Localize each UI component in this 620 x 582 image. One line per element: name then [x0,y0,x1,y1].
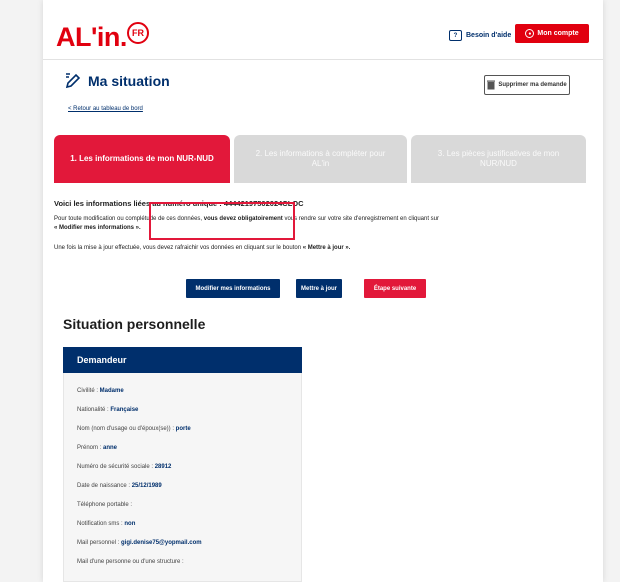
field-label: Nom (nom d'usage ou d'époux(se)) : [77,426,176,432]
field-social-security: Numéro de sécurité sociale : 28912 [77,464,171,470]
edit-pencil-icon [65,73,81,89]
field-value: 25/12/1989 [131,483,162,489]
instruction-text: Une fois la mise à jour effectuée, vous … [54,245,303,251]
page-title-row: Ma situation [64,72,170,90]
field-first-name: Prénom : anne [77,445,117,451]
field-value: gigi.denise75@yopmail.com [121,540,202,546]
chat-question-icon: ? [449,30,462,41]
unique-number-heading: Voici les informations liées au numéro u… [54,199,304,208]
field-nationality: Nationalité : Française [77,407,138,413]
field-label: Date de naissance : [77,483,132,489]
trash-icon [487,80,496,90]
field-value: anne [103,445,118,451]
instruction-text: vous rendre sur votre site d'enregistrem… [282,216,440,222]
instruction-emphasis: vous devez obligatoirement [203,216,283,222]
page-title: Ma situation [88,73,170,89]
field-label: Numéro de sécurité sociale : [77,464,155,470]
field-sms-notification: Notification sms : non [77,521,135,527]
section-title: Situation personnelle [63,316,206,332]
field-structure-email: Mail d'une personne ou d'une structure : [77,559,184,565]
field-label: Téléphone portable : [77,502,133,508]
fr-badge-icon: FR [127,22,149,44]
field-label: Nationalité : [77,407,111,413]
field-label: Prénom : [77,445,104,451]
user-circle-icon: ● [525,29,535,38]
tab-step-2[interactable]: 2. Les informations à compléter pour AL'… [234,135,407,183]
field-personal-email: Mail personnel : gigi.denise75@yopmail.c… [77,540,202,546]
modify-info-button[interactable]: Modifier mes informations [186,279,280,298]
field-label: Mail personnel : [77,540,122,546]
field-value: Madame [99,388,124,394]
field-mobile-phone: Téléphone portable : [77,502,132,508]
tab-step-3[interactable]: 3. Les pièces justificatives de mon NUR/… [411,135,586,183]
refresh-instructions: Une fois la mise à jour effectuée, vous … [54,245,554,251]
instruction-text: Pour toute modification ou complétude de… [54,216,204,222]
field-label: Notification sms : [77,521,125,527]
instruction-emphasis: « Modifier mes informations ». [54,225,141,232]
field-value: porte [175,426,191,432]
field-value: Française [110,407,139,413]
next-step-button[interactable]: Étape suivante [364,279,426,298]
field-label: Mail d'une personne ou d'une structure : [77,559,184,565]
help-label: Besoin d'aide [466,32,512,39]
field-value: 28912 [154,464,172,470]
field-label: Civilité : [77,388,100,394]
instruction-emphasis: « Mettre à jour ». [302,245,351,251]
alin-logo[interactable]: AL'in. [56,22,127,53]
field-civility: Civilité : Madame [77,388,124,394]
update-button[interactable]: Mettre à jour [296,279,342,298]
field-birth-date: Date de naissance : 25/12/1989 [77,483,162,489]
modification-instructions: Pour toute modification ou complétude de… [54,215,554,234]
account-button[interactable]: ● Mon compte [515,24,589,43]
account-label: Mon compte [537,30,579,37]
field-last-name: Nom (nom d'usage ou d'époux(se)) : porte [77,426,191,432]
delete-request-button[interactable]: Supprimer ma demande [484,75,570,95]
tab-step-1[interactable]: 1. Les informations de mon NUR-NUD [54,135,230,183]
delete-request-label: Supprimer ma demande [498,82,567,88]
back-to-dashboard-link[interactable]: < Retour au tableau de bord [68,106,143,112]
help-link[interactable]: ? Besoin d'aide [449,30,511,41]
applicant-panel-header: Demandeur [63,347,302,373]
field-value: non [124,521,136,527]
